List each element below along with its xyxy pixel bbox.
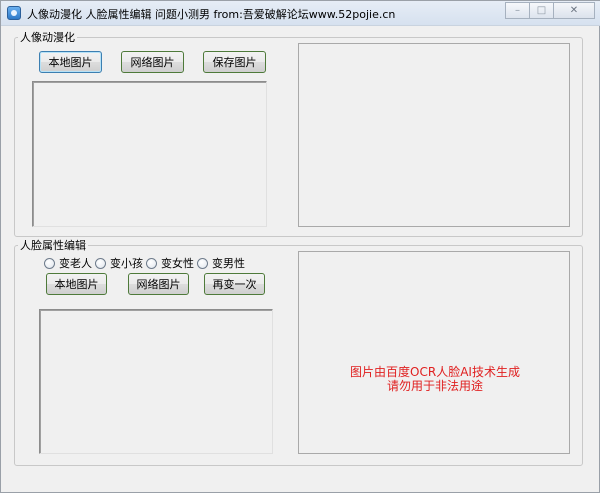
option-male-label: 变男性 (212, 257, 245, 270)
window-title: 人像动漫化 人脸属性编辑 问题小测男 from:吾爱破解论坛www.52poji… (27, 8, 396, 21)
title-bar[interactable]: 人像动漫化 人脸属性编辑 问题小测男 from:吾爱破解论坛www.52poji… (1, 1, 600, 26)
face-local-image-button[interactable]: 本地图片 (46, 273, 107, 295)
ai-notice-line-2: 请勿用于非法用途 (386, 379, 483, 393)
minimize-icon: – (515, 5, 520, 16)
radio-female[interactable] (146, 257, 157, 269)
option-male[interactable]: 变男性 (197, 255, 245, 271)
option-old[interactable]: 变老人 (44, 255, 92, 271)
radio-male[interactable] (197, 257, 208, 269)
ai-notice-line-1: 图片由百度OCR人脸AI技术生成 (350, 365, 520, 379)
anime-source-image-box (32, 81, 267, 227)
face-source-image-box (39, 309, 273, 454)
radio-old[interactable] (44, 257, 55, 269)
close-icon: ✕ (569, 5, 579, 16)
anime-result-image-box (298, 43, 570, 227)
transform-again-button[interactable]: 再变一次 (204, 273, 265, 295)
maximize-icon: □ (536, 5, 547, 16)
option-old-label: 变老人 (59, 257, 92, 270)
anime-save-image-button[interactable]: 保存图片 (203, 51, 266, 73)
app-icon (7, 6, 21, 20)
radio-child[interactable] (95, 257, 106, 269)
option-child[interactable]: 变小孩 (95, 255, 143, 271)
option-child-label: 变小孩 (110, 257, 143, 270)
face-result-image-box (298, 251, 570, 454)
anime-network-image-button[interactable]: 网络图片 (121, 51, 184, 73)
minimize-button[interactable]: – (505, 2, 530, 19)
close-button[interactable]: ✕ (553, 2, 595, 19)
option-female-label: 变女性 (161, 257, 194, 270)
maximize-button[interactable]: □ (529, 2, 554, 19)
face-network-image-button[interactable]: 网络图片 (128, 273, 189, 295)
main-window: 人像动漫化 人脸属性编辑 问题小测男 from:吾爱破解论坛www.52poji… (0, 0, 600, 493)
ai-notice-text: 图片由百度OCR人脸AI技术生成 请勿用于非法用途 (300, 365, 570, 393)
window-controls: – □ ✕ (505, 2, 595, 20)
anime-group-legend: 人像动漫化 (20, 31, 75, 44)
face-edit-group-legend: 人脸属性编辑 (20, 239, 86, 252)
option-female[interactable]: 变女性 (146, 255, 194, 271)
anime-local-image-button[interactable]: 本地图片 (39, 51, 102, 73)
